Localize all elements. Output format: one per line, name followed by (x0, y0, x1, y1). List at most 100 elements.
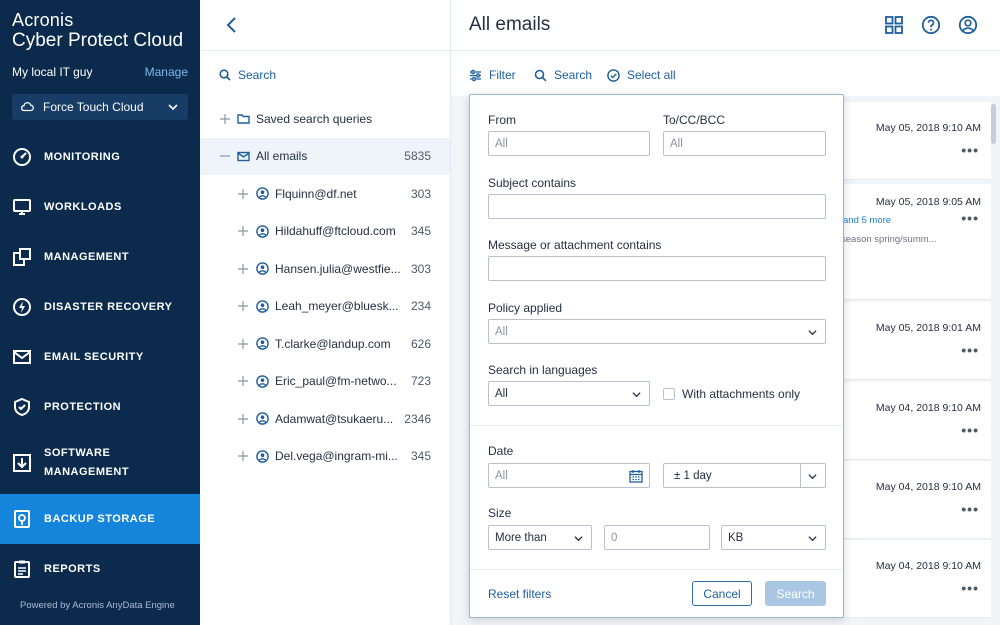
search-label: Search (238, 68, 277, 82)
tree-item-mailbox[interactable]: Hansen.julia@westfie... 303 (200, 250, 450, 288)
more-actions-icon[interactable]: ••• (961, 142, 979, 158)
tree-count: 2346 (404, 411, 431, 426)
brand-line1: Acronis (12, 10, 74, 30)
more-actions-icon[interactable]: ••• (961, 580, 979, 596)
search-label: Search (554, 68, 593, 82)
recipients-more-link[interactable]: and 5 more (843, 215, 891, 226)
help-icon[interactable] (921, 15, 941, 35)
expand-plus-icon[interactable] (238, 376, 248, 387)
mailbox-search-button[interactable]: Search (219, 68, 276, 82)
expand-plus-icon[interactable] (220, 113, 230, 124)
message-input[interactable] (488, 256, 826, 281)
nav-item-reports[interactable]: REPORTS (0, 544, 200, 594)
more-actions-icon[interactable]: ••• (961, 501, 979, 517)
size-comparator-select[interactable]: More than (488, 525, 592, 550)
policy-select[interactable]: All (488, 319, 826, 344)
email-date: May 04, 2018 9:10 AM (875, 560, 981, 572)
nav-item-monitoring[interactable]: MONITORING (0, 132, 200, 182)
nav-label: DISASTER RECOVERY (44, 301, 173, 313)
date-input[interactable]: All (488, 463, 650, 488)
tree-count: 303 (410, 186, 431, 201)
filter-label: Filter (489, 68, 516, 82)
more-actions-icon[interactable]: ••• (961, 342, 979, 358)
nav-label-line1: SOFTWARE (44, 447, 111, 459)
reset-filters-link[interactable]: Reset filters (488, 587, 551, 601)
tree-item-mailbox[interactable]: Del.vega@ingram-mi... 345 (200, 438, 450, 476)
nav-item-backup-storage[interactable]: BACKUP STORAGE (0, 494, 200, 544)
tree-item-mailbox[interactable]: Adamwat@tsukaeru... 2346 (200, 400, 450, 438)
account-icon[interactable] (958, 15, 978, 35)
tree-label: T.clarke@landup.com (275, 336, 391, 351)
tree-item-mailbox[interactable]: Hildahuff@ftcloud.com 345 (200, 213, 450, 251)
user-icon (256, 299, 269, 313)
expand-plus-icon[interactable] (238, 451, 248, 462)
tree-label: Saved search queries (256, 111, 373, 126)
tree-item-mailbox[interactable]: Eric_paul@fm-netwo... 723 (200, 363, 450, 401)
filter-button[interactable]: Filter (469, 68, 516, 82)
tree-item-saved-queries[interactable]: Saved search queries (200, 100, 450, 138)
select-all-button[interactable]: Select all (607, 68, 676, 82)
back-arrow-icon[interactable] (225, 16, 239, 34)
calendar-icon[interactable] (629, 469, 643, 483)
date-label: Date (488, 444, 514, 458)
chevron-down-icon (808, 474, 817, 480)
tree-item-mailbox[interactable]: Leah_meyer@bluesk... 234 (200, 288, 450, 326)
attachments-checkbox[interactable] (663, 388, 675, 400)
search-button[interactable]: Search (534, 68, 592, 82)
scrollbar[interactable] (991, 104, 996, 144)
expand-plus-icon[interactable] (238, 413, 248, 424)
page-title: All emails (469, 14, 551, 35)
nav-item-protection[interactable]: PROTECTION (0, 382, 200, 432)
email-date: May 05, 2018 9:01 AM (875, 322, 981, 334)
tree-label: Leah_meyer@bluesk... (275, 299, 399, 314)
tree-item-all-emails[interactable]: All emails 5835 (200, 137, 450, 175)
expand-plus-icon[interactable] (238, 338, 248, 349)
tenant-selector[interactable]: Force Touch Cloud (12, 94, 188, 120)
tree-label: Adamwat@tsukaeru... (275, 411, 394, 426)
expand-plus-icon[interactable] (238, 301, 248, 312)
search-icon (534, 69, 547, 81)
date-range-select[interactable]: ± 1 day (663, 463, 826, 488)
mailbox-tree: Saved search queries All emails 5835 Flq… (200, 100, 450, 475)
email-date: May 05, 2018 9:10 AM (875, 122, 981, 134)
management-icon (13, 248, 31, 266)
brand-line2: Cyber Protect Cloud (12, 30, 184, 51)
nav-item-disaster-recovery[interactable]: DISASTER RECOVERY (0, 282, 200, 332)
expand-plus-icon[interactable] (238, 188, 248, 199)
nav-item-email-security[interactable]: EMAIL SECURITY (0, 332, 200, 382)
search-icon (219, 69, 231, 81)
email-date: May 05, 2018 9:05 AM (875, 196, 981, 208)
subject-input[interactable] (488, 194, 826, 219)
more-actions-icon[interactable]: ••• (961, 210, 979, 226)
user-icon (256, 449, 269, 463)
nav-item-management[interactable]: MANAGEMENT (0, 232, 200, 282)
collapse-minus-icon[interactable] (220, 151, 230, 161)
manage-link[interactable]: Manage (145, 65, 188, 79)
more-actions-icon[interactable]: ••• (961, 422, 979, 438)
reports-icon (14, 560, 30, 578)
user-icon (256, 412, 269, 426)
languages-select[interactable]: All (488, 381, 650, 406)
cancel-button[interactable]: Cancel (692, 581, 752, 606)
monitoring-icon (13, 148, 31, 166)
apply-search-button[interactable]: Search (765, 581, 826, 606)
size-unit-select[interactable]: KB (721, 525, 826, 550)
tree-label: Flquinn@df.net (275, 186, 357, 201)
from-input[interactable]: All (488, 131, 650, 156)
size-value-input[interactable]: 0 (604, 525, 710, 550)
expand-plus-icon[interactable] (238, 263, 248, 274)
divider (470, 425, 843, 426)
nav-item-software-management[interactable]: SOFTWARE MANAGEMENT (0, 432, 200, 494)
tree-item-mailbox[interactable]: Flquinn@df.net 303 (200, 175, 450, 213)
expand-plus-icon[interactable] (238, 226, 248, 237)
to-cc-bcc-input[interactable]: All (663, 131, 826, 156)
chevron-down-icon (808, 536, 817, 542)
grid-icon[interactable] (884, 15, 904, 35)
nav-item-workloads[interactable]: WORKLOADS (0, 182, 200, 232)
tree-item-mailbox[interactable]: T.clarke@landup.com 626 (200, 325, 450, 363)
tenant-name: Force Touch Cloud (43, 100, 144, 114)
to-cc-bcc-label: To/CC/BCC (663, 113, 726, 127)
size-unit-value: KB (728, 531, 744, 544)
tree-count: 303 (410, 261, 431, 276)
attachments-label: With attachments only (682, 387, 801, 401)
